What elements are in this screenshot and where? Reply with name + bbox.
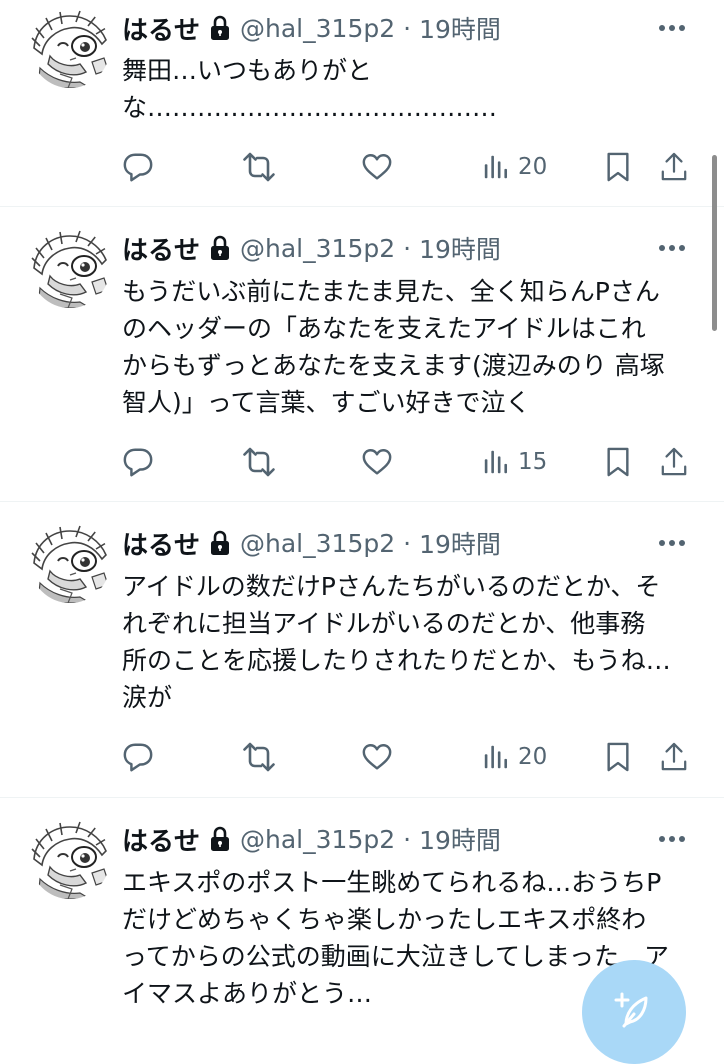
tweet-header: はるせ @hal_315p2 · 19時間 [122,523,501,563]
share-button[interactable] [660,145,688,189]
tweet-header: はるせ @hal_315p2 · 19時間 [122,228,501,268]
share-icon [660,151,688,183]
avatar[interactable] [30,228,110,308]
more-icon[interactable] [652,523,692,563]
reply-icon [122,741,154,773]
avatar[interactable] [30,819,110,899]
views-button[interactable]: 15 [482,440,547,484]
repost-button[interactable] [242,145,276,189]
reply-button[interactable] [122,145,154,189]
lock-icon [210,15,230,41]
display-name[interactable]: はるせ [122,525,200,562]
timestamp[interactable]: 19時間 [419,525,501,561]
share-icon [660,446,688,478]
lock-icon [210,826,230,852]
lock-icon [210,235,230,261]
repost-icon [242,445,276,479]
user-handle[interactable]: @hal_315p2 [240,825,395,854]
bookmark-button[interactable] [604,145,632,189]
more-icon[interactable] [652,228,692,268]
more-icon[interactable] [652,8,692,48]
views-icon [482,743,510,771]
like-button[interactable] [361,440,393,484]
repost-icon [242,150,276,184]
tweet[interactable]: はるせ @hal_315p2 · 19時間 アイドルの数だけPさんたちがいるのだ… [0,502,724,797]
separator: · [403,233,412,263]
tweet-text: 舞田…いつもありがと な…………………………………… [122,56,498,122]
timestamp[interactable]: 19時間 [419,230,501,266]
repost-button[interactable] [242,440,276,484]
separator: · [403,824,412,854]
more-icon[interactable] [652,819,692,859]
user-handle[interactable]: @hal_315p2 [240,529,395,558]
views-button[interactable]: 20 [482,735,547,779]
like-icon [361,151,393,183]
like-icon [361,446,393,478]
tweet[interactable]: はるせ @hal_315p2 · 19時間 もうだいぶ前にたまたま見た、全く知ら… [0,207,724,501]
tweet-header: はるせ @hal_315p2 · 19時間 [122,819,501,859]
views-count: 20 [518,154,548,180]
display-name[interactable]: はるせ [122,230,200,267]
reply-icon [122,446,154,478]
share-button[interactable] [660,735,688,779]
repost-button[interactable] [242,735,276,779]
like-button[interactable] [361,735,393,779]
repost-icon [242,740,276,774]
display-name[interactable]: はるせ [122,821,200,858]
user-handle[interactable]: @hal_315p2 [240,14,395,43]
scrollbar[interactable] [712,155,717,331]
avatar[interactable] [30,8,110,88]
timestamp[interactable]: 19時間 [419,10,501,46]
tweet-text: アイドルの数だけPさんたちがいるのだとか、そ れぞれに担当アイドルがいるのだとか… [122,572,671,712]
compose-button[interactable] [582,960,686,1064]
reply-button[interactable] [122,440,154,484]
views-count: 15 [518,449,548,475]
like-icon [361,741,393,773]
separator: · [403,13,412,43]
lock-icon [210,530,230,556]
reply-icon [122,151,154,183]
separator: · [403,528,412,558]
share-button[interactable] [660,440,688,484]
tweet-header: はるせ @hal_315p2 · 19時間 [122,8,501,48]
views-button[interactable]: 20 [482,145,547,189]
tweet-text: もうだいぶ前にたまたま見た、全く知らんPさん のヘッダーの「あなたを支えたアイド… [122,277,665,417]
timestamp[interactable]: 19時間 [419,821,501,857]
views-count: 20 [518,744,548,770]
bookmark-icon [604,446,632,478]
share-icon [660,741,688,773]
compose-icon [612,988,652,1032]
tweet-actions: 15 [0,440,724,484]
bookmark-icon [604,151,632,183]
like-button[interactable] [361,145,393,189]
user-handle[interactable]: @hal_315p2 [240,234,395,263]
views-icon [482,153,510,181]
bookmark-button[interactable] [604,440,632,484]
tweet[interactable]: はるせ @hal_315p2 · 19時間 舞田…いつもありがと な………………… [0,0,724,206]
bookmark-button[interactable] [604,735,632,779]
display-name[interactable]: はるせ [122,10,200,47]
reply-button[interactable] [122,735,154,779]
bookmark-icon [604,741,632,773]
avatar[interactable] [30,523,110,603]
views-icon [482,448,510,476]
tweet-actions: 20 [0,735,724,779]
tweet-actions: 20 [0,145,724,189]
